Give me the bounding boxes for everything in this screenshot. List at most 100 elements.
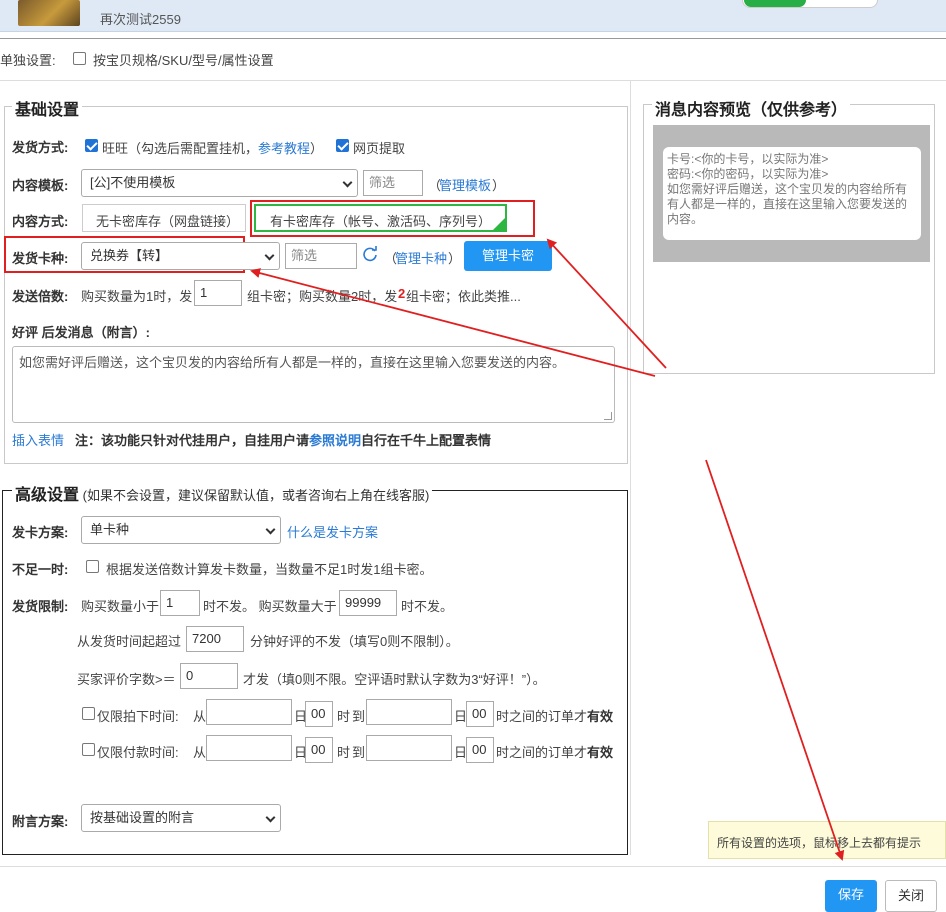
manage-card-secret-button[interactable]: 管理卡密	[464, 241, 552, 271]
preview-line-message: 如您需好评后赠送，这个宝贝发的内容给所有有人都是一样的，直接在这里输入您要发送的…	[667, 182, 908, 226]
pay-time-hour1: 时	[337, 745, 351, 760]
card-type-select-value: 兑换券【转】	[90, 248, 169, 263]
content-mode-option-with-stock-label: 有卡密库存（帐号、激活码、序列号）	[270, 214, 492, 229]
ship-method-label: 发货方式:	[12, 140, 69, 155]
pay-time-end-hour-input[interactable]: 00	[466, 737, 494, 763]
order-time-end-hour-input[interactable]: 00	[466, 701, 494, 727]
wangwang-checkbox[interactable]	[85, 139, 98, 152]
divider	[0, 80, 946, 81]
manage-template-link[interactable]: 管理模板	[439, 175, 491, 194]
template-label: 内容模板:	[12, 178, 69, 193]
reference-guide-link[interactable]: 参照说明	[309, 430, 361, 449]
limit-min-input[interactable]: 1	[160, 590, 200, 616]
store-logo	[18, 0, 80, 26]
template-filter-input[interactable]: 筛选	[363, 170, 423, 196]
multiple-label: 发送倍数:	[12, 289, 69, 304]
content-mode-label: 内容方式:	[12, 214, 69, 229]
content-mode-option-with-stock[interactable]: 有卡密库存（帐号、激活码、序列号）	[254, 204, 507, 232]
order-time-label: 仅限拍下时间:	[97, 709, 179, 724]
words-pre-text: 买家评价字数>＝	[77, 672, 176, 687]
order-time-from: 从	[193, 709, 207, 724]
card-type-filter-input[interactable]: 筛选	[285, 243, 357, 269]
footer-divider	[0, 866, 946, 867]
card-type-close-paren: ）	[448, 251, 462, 266]
annotation-arrow	[705, 459, 845, 861]
pay-time-to: 到	[352, 745, 366, 760]
shortage-checkbox[interactable]	[86, 560, 99, 573]
insert-emoji-link[interactable]: 插入表情	[12, 430, 64, 449]
order-time-checkbox[interactable]	[82, 707, 95, 720]
review-message-placeholder: 如您需好评后赠送，这个宝贝发的内容给所有人都是一样的，直接在这里输入您要发送的内…	[19, 355, 566, 370]
close-button[interactable]: 关闭	[885, 880, 937, 912]
pay-time-end-date-input[interactable]	[366, 735, 452, 761]
refresh-icon[interactable]	[362, 246, 378, 262]
postscript-label: 附言方案:	[12, 814, 69, 829]
pay-time-checkbox[interactable]	[82, 743, 95, 756]
advanced-settings-title: 高级设置	[15, 487, 80, 504]
chevron-down-icon	[342, 177, 353, 188]
web-extract-checkbox[interactable]	[336, 139, 349, 152]
single-setting-checkbox[interactable]	[73, 52, 86, 65]
tutorial-link[interactable]: 参考教程	[258, 138, 310, 157]
multiple-post-text: 组卡密；依此类推...	[406, 289, 521, 304]
selected-corner-icon	[493, 218, 505, 230]
order-time-to: 到	[352, 709, 366, 724]
preview-line-password: 密码:<你的密码，以实际为准>	[667, 167, 829, 181]
pay-time-start-hour-input[interactable]: 00	[305, 737, 333, 763]
minutes-input[interactable]: 7200	[186, 626, 244, 652]
review-message-label: 好评 后发消息（附言）:	[12, 325, 150, 340]
store-name: 再次测试2559	[100, 12, 181, 27]
chevron-down-icon	[264, 250, 275, 261]
web-extract-label: 网页提取	[353, 141, 406, 156]
limit-pre-text: 购买数量小于	[81, 599, 160, 614]
postscript-select-value: 按基础设置的附言	[90, 810, 195, 825]
pay-time-label: 仅限付款时间:	[97, 745, 179, 760]
order-time-start-date-input[interactable]	[206, 699, 292, 725]
resize-handle-icon[interactable]	[604, 412, 612, 420]
tutorial-close-paren: ）	[310, 141, 324, 156]
template-select[interactable]: [公]不使用模板	[81, 169, 358, 197]
chevron-down-icon	[265, 524, 276, 535]
card-type-label: 发货卡种:	[12, 251, 69, 266]
header-divider	[0, 38, 946, 39]
save-button[interactable]: 保存	[825, 880, 877, 912]
template-select-value: [公]不使用模板	[90, 175, 176, 190]
order-time-post-text: 时之间的订单才	[496, 709, 588, 724]
limit-post-text: 时不发。	[401, 599, 454, 614]
limit-mid-text: 时不发。 购买数量大于	[203, 599, 337, 614]
chevron-down-icon	[265, 812, 276, 823]
order-time-end-date-input[interactable]	[366, 699, 452, 725]
plan-select-value: 单卡种	[90, 522, 130, 537]
content-mode-option-no-stock[interactable]: 无卡密库存（网盘链接）	[82, 204, 246, 232]
single-setting-option: 按宝贝规格/SKU/型号/属性设置	[93, 53, 274, 68]
what-is-plan-link[interactable]: 什么是发卡方案	[287, 522, 378, 541]
single-setting-label: 单独设置:	[0, 53, 56, 68]
advanced-settings-subtitle: (如果不会设置，建议保留默认值，或者咨询右上角在线客服)	[82, 488, 430, 503]
manage-card-type-link[interactable]: 管理卡种	[395, 248, 447, 267]
preview-bubble: 卡号:<你的卡号，以实际为准> 密码:<你的密码，以实际为准> 如您需好评后赠送…	[663, 147, 921, 240]
limit-max-input[interactable]: 99999	[339, 590, 397, 616]
template-close-paren: ）	[492, 178, 506, 193]
emoji-note-pre: 注：该功能只针对代挂用户，自挂用户请	[75, 433, 310, 448]
multiple-highlight-number: 2	[398, 286, 406, 301]
basic-settings-title: 基础设置	[12, 96, 83, 120]
postscript-select[interactable]: 按基础设置的附言	[81, 804, 281, 832]
hint-tooltip: 所有设置的选项，鼠标移上去都有提示	[708, 821, 946, 859]
plan-select[interactable]: 单卡种	[81, 516, 281, 544]
multiple-pre-text: 购买数量为1时，发	[81, 289, 193, 304]
review-message-textarea[interactable]: 如您需好评后赠送，这个宝贝发的内容给所有人都是一样的，直接在这里输入您要发送的内…	[12, 346, 615, 423]
advanced-settings-header: 高级设置 (如果不会设置，建议保留默认值，或者咨询右上角在线客服)	[12, 481, 433, 505]
shortage-text: 根据发送倍数计算发卡数量，当数量不足1时发1组卡密。	[106, 562, 433, 577]
order-time-valid: 有效	[587, 709, 614, 724]
content-mode-option-no-stock-label: 无卡密库存（网盘链接）	[96, 214, 240, 229]
pay-time-start-date-input[interactable]	[206, 735, 292, 761]
plan-label: 发卡方案:	[12, 525, 69, 540]
column-divider	[630, 80, 631, 855]
order-time-hour1: 时	[337, 709, 351, 724]
words-post-text: 才发（填0则不限。空评语时默认字数为3“好评！”）。	[243, 672, 546, 687]
card-type-select[interactable]: 兑换券【转】	[81, 242, 280, 270]
multiple-input[interactable]: 1	[194, 280, 242, 306]
words-input[interactable]: 0	[180, 663, 238, 689]
preview-line-card: 卡号:<你的卡号，以实际为准>	[667, 152, 829, 166]
order-time-start-hour-input[interactable]: 00	[305, 701, 333, 727]
